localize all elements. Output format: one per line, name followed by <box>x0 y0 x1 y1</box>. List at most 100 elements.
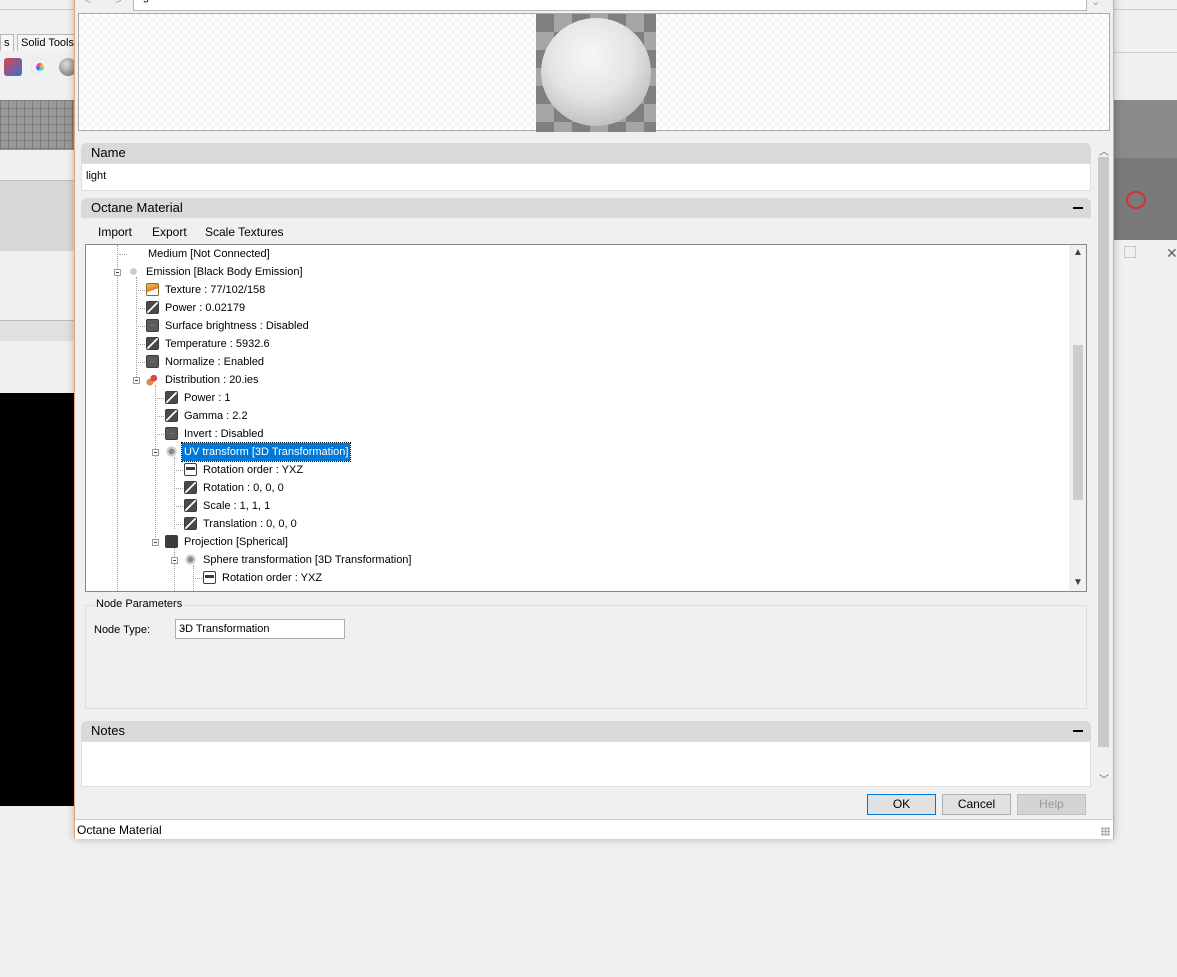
tree-item-distribution[interactable]: Distribution : 20.ies <box>146 371 261 389</box>
dialog-scroll-thumb[interactable] <box>1098 157 1109 747</box>
chevron-down-icon: ⌄ <box>179 622 188 633</box>
tree-item-label: Sphere transformation [3D Transformation… <box>203 554 412 566</box>
background-tab[interactable]: s <box>0 34 14 51</box>
back-arrow-icon[interactable]: < <box>85 0 91 7</box>
scroll-up-arrow-icon[interactable]: ▲ <box>1073 247 1083 258</box>
color-wheel-icon[interactable] <box>31 58 49 76</box>
notes-textarea[interactable] <box>81 741 1091 787</box>
tree-item-power[interactable]: Power : 1 <box>165 389 232 407</box>
background-viewport <box>0 393 76 806</box>
expander-uv-transform[interactable] <box>152 449 159 456</box>
tree-item-power[interactable]: Power : 0.02179 <box>146 299 247 317</box>
tree-item-label: Power : 0.02179 <box>165 302 246 314</box>
tree-scrollbar[interactable]: ▲ ▼ <box>1069 245 1086 591</box>
tree-item-label: Texture : 77/102/158 <box>165 284 266 296</box>
tree-item-label: Invert : Disabled <box>184 428 264 440</box>
tree-item-medium[interactable]: Medium [Not Connected] <box>146 245 272 263</box>
tree-item-rotation-order[interactable]: Rotation order : YXZ <box>184 461 305 479</box>
expander-emission[interactable] <box>114 269 121 276</box>
tree-item-scale[interactable]: Scale : 1, 1, 1 <box>184 497 272 515</box>
float-param-icon <box>184 517 197 530</box>
navigation-bar: < > light ⌄ <box>75 0 1113 13</box>
tree-item-projection[interactable]: Projection [Spherical] <box>165 533 290 551</box>
tree-item-label: Surface brightness : Disabled <box>165 320 309 332</box>
tree-item-label: Rotation : 0, 0, 0 <box>203 482 284 494</box>
tree-item-emission[interactable]: Emission [Black Body Emission] <box>127 263 305 281</box>
tree-item-label: UV transform [3D Transformation] <box>180 442 352 462</box>
preview-sphere <box>541 18 651 126</box>
tree-item-sphere-transformation[interactable]: Sphere transformation [3D Transformation… <box>184 551 413 569</box>
background-tab-solid-tools[interactable]: Solid Tools <box>17 34 78 51</box>
name-field[interactable]: light <box>81 163 1091 191</box>
float-param-icon <box>146 337 159 350</box>
forward-arrow-icon[interactable]: > <box>115 0 121 7</box>
scroll-down-arrow-icon[interactable]: ▼ <box>1073 577 1083 588</box>
tree-item-label: Emission [Black Body Emission] <box>146 266 303 278</box>
transform-icon <box>165 445 178 458</box>
tree-scroll-thumb[interactable] <box>1073 345 1083 500</box>
tree-item-translation[interactable]: Translation : 0, 0, 0 <box>184 515 299 533</box>
float-param-icon <box>165 409 178 422</box>
tree-item-label: Scale : 1, 1, 1 <box>203 500 271 512</box>
float-param-icon <box>165 391 178 404</box>
material-path-text: light <box>138 0 158 3</box>
tree-item-gamma[interactable]: Gamma : 2.2 <box>165 407 250 425</box>
bool-param-icon <box>146 355 159 368</box>
status-text: Octane Material <box>77 823 162 837</box>
tree-item-surface-brightness[interactable]: Surface brightness : Disabled <box>146 317 311 335</box>
float-param-icon <box>146 301 159 314</box>
expander-distribution[interactable] <box>133 377 140 384</box>
scroll-up-arrow-icon[interactable]: ︿ <box>1099 143 1109 158</box>
preview-render-image <box>536 14 656 132</box>
notes-section-header[interactable]: Notes <box>81 721 1091 741</box>
tree-item-label: Power : 1 <box>184 392 231 404</box>
resize-grip-icon[interactable] <box>1101 827 1110 836</box>
name-section-header[interactable]: Name <box>81 143 1091 163</box>
expander-sphere-transformation[interactable] <box>171 557 178 564</box>
node-parameters-group: Node Parameters Node Type: 3D Transforma… <box>85 598 1087 709</box>
material-path-field[interactable]: light <box>133 0 1087 11</box>
texture-icon <box>146 283 159 296</box>
node-type-label: Node Type: <box>94 624 151 636</box>
tree-item-uv-transform[interactable]: UV transform [3D Transformation] <box>165 442 352 462</box>
dialog-scrollbar[interactable]: ︿ ﹀ <box>1096 143 1111 788</box>
import-menu-item[interactable]: Import <box>98 225 132 239</box>
ok-button[interactable]: OK <box>867 794 936 815</box>
expander-projection[interactable] <box>152 539 159 546</box>
scroll-down-arrow-icon[interactable]: ﹀ <box>1099 771 1109 786</box>
material-tool-icon[interactable] <box>4 58 22 76</box>
scale-textures-menu-item[interactable]: Scale Textures <box>205 225 284 239</box>
cancel-button[interactable]: Cancel <box>942 794 1011 815</box>
tree-item-texture[interactable]: Texture : 77/102/158 <box>146 281 267 299</box>
tree-item-label: Distribution : 20.ies <box>165 374 259 386</box>
collapse-icon[interactable] <box>1073 730 1083 732</box>
tree-item-normalize[interactable]: Normalize : Enabled <box>146 353 266 371</box>
tree-item-temperature[interactable]: Temperature : 5932.6 <box>146 335 272 353</box>
name-value: light <box>86 170 107 182</box>
distribution-icon <box>146 373 159 386</box>
tree-item-rotation-order[interactable]: Rotation order : YXZ <box>203 569 324 587</box>
name-section-title: Name <box>91 145 126 160</box>
help-button[interactable]: Help <box>1017 794 1086 815</box>
bool-param-icon <box>165 427 178 440</box>
tree-item-invert[interactable]: Invert : Disabled <box>165 425 265 443</box>
tree-item-label: Normalize : Enabled <box>165 356 265 368</box>
tree-item-label: Projection [Spherical] <box>184 536 288 548</box>
status-bar: Octane Material <box>75 819 1113 839</box>
node-parameters-legend: Node Parameters <box>94 598 185 610</box>
tree-item-label: Gamma : 2.2 <box>184 410 248 422</box>
node-tree[interactable]: Medium [Not Connected] Emission [Black B… <box>85 244 1087 592</box>
circle-tool-icon[interactable] <box>1126 191 1146 209</box>
node-type-select[interactable]: 3D Transformation ⌄ <box>175 619 345 639</box>
background-panel <box>0 180 76 251</box>
export-menu-item[interactable]: Export <box>152 225 187 239</box>
close-icon[interactable]: ✕ <box>1166 245 1177 262</box>
collapse-icon[interactable] <box>1073 207 1083 209</box>
tree-item-rotation[interactable]: Rotation : 0, 0, 0 <box>184 479 286 497</box>
maximize-icon[interactable] <box>1124 246 1136 258</box>
dropdown-chevron-icon[interactable]: ⌄ <box>1091 0 1100 8</box>
tree-item-label: Rotation order : YXZ <box>222 572 323 584</box>
octane-material-section-header[interactable]: Octane Material <box>81 198 1091 218</box>
material-editor-dialog: < > light ⌄ Name light Octane Material I… <box>74 0 1114 839</box>
projection-icon <box>165 535 178 548</box>
